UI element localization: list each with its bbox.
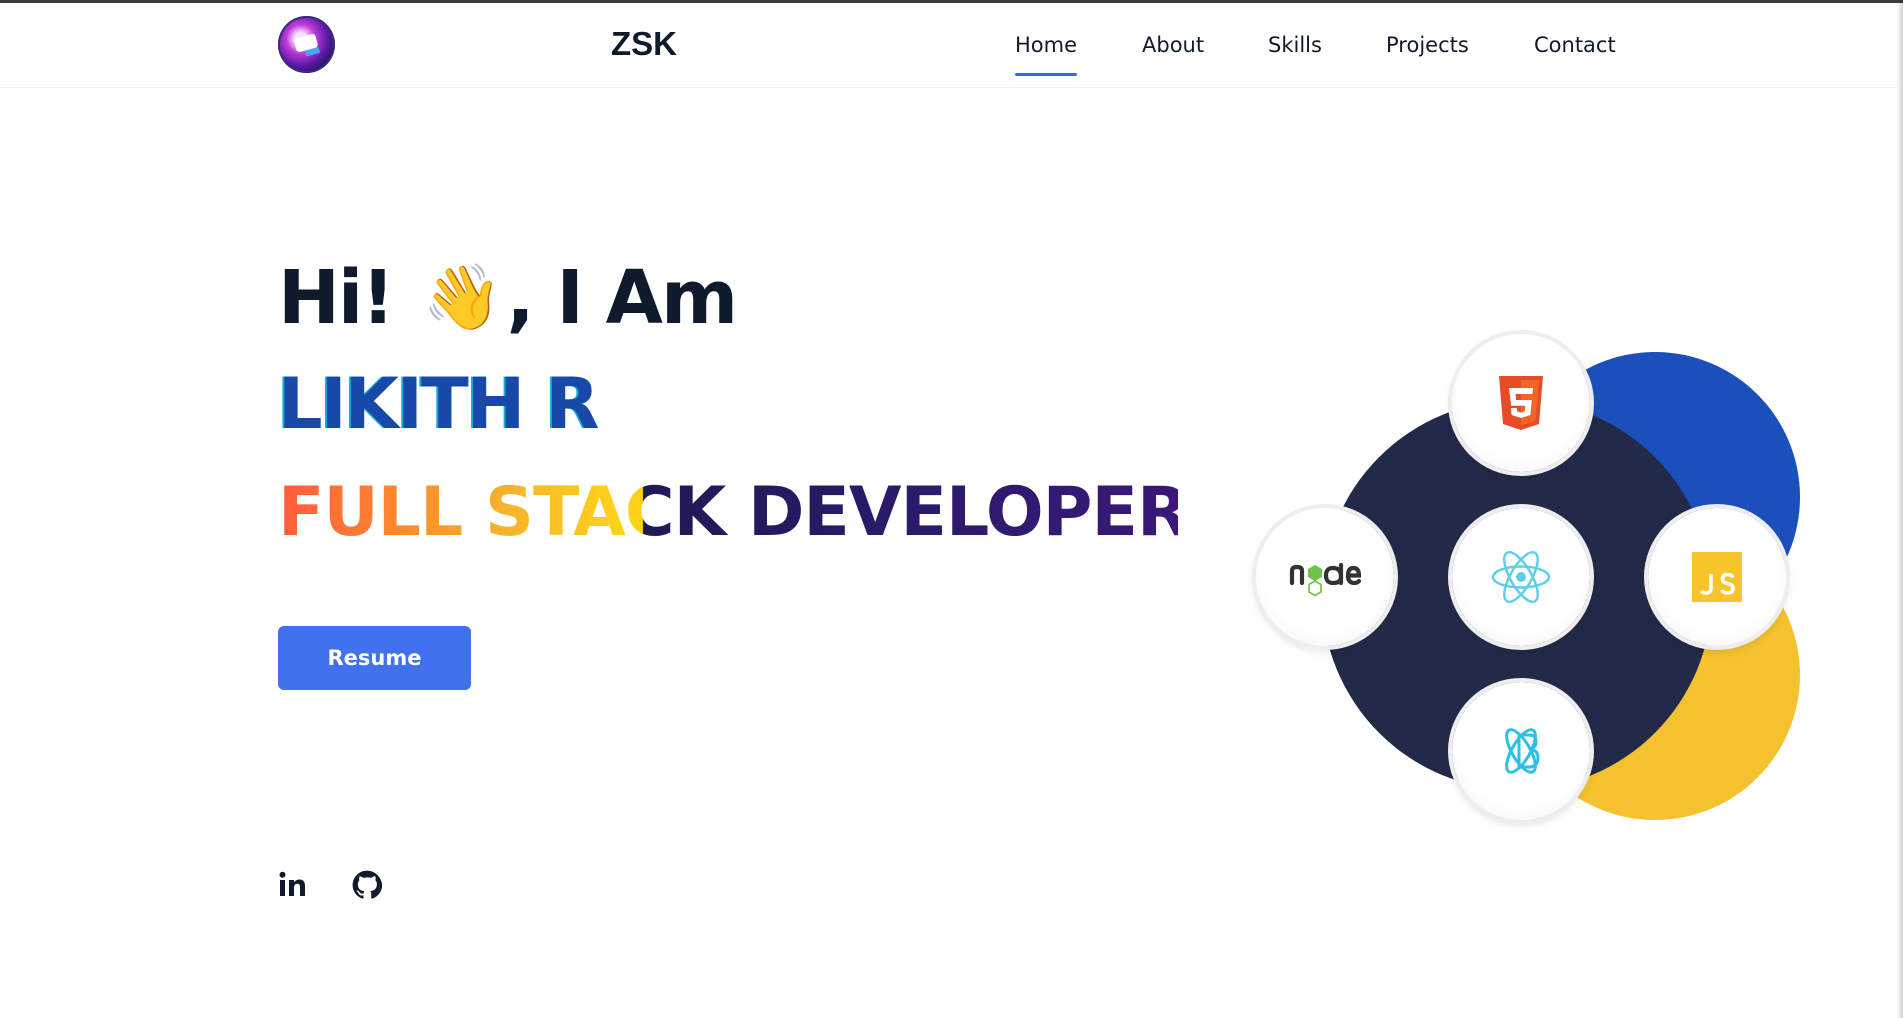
electron-tile (1452, 682, 1590, 820)
site-logo[interactable] (278, 16, 335, 73)
nodejs-tile (1256, 508, 1394, 646)
hero-greeting: Hi! 👋, I Am (278, 255, 1178, 341)
hero-section: Hi! 👋, I Am LIKITH R FULL STACK DEVELOPE… (278, 255, 1189, 553)
nav-contact[interactable]: Contact (1534, 33, 1616, 57)
nav-home[interactable]: Home (1015, 33, 1078, 76)
resume-button[interactable]: Resume (278, 626, 471, 690)
html5-tile (1452, 334, 1590, 472)
greeting-i-am: , I Am (506, 255, 739, 341)
react-icon (1491, 550, 1551, 604)
linkedin-icon[interactable] (278, 870, 308, 900)
nav-projects[interactable]: Projects (1386, 33, 1469, 57)
site-header: ZSK Home About Skills Projects Contact (0, 3, 1897, 88)
hero-role: FULL STACK DEVELOPER (278, 473, 1189, 552)
javascript-icon (1692, 552, 1742, 602)
nav-skills[interactable]: Skills (1268, 33, 1322, 57)
greeting-hi: Hi! (278, 255, 395, 341)
nodejs-icon (1289, 562, 1362, 597)
hero-name: LIKITH R (278, 363, 600, 445)
html5-icon (1499, 376, 1543, 430)
electron-icon (1505, 728, 1540, 774)
page-edge-shadow (1897, 0, 1903, 1018)
react-tile (1452, 508, 1590, 646)
waving-hand-icon: 👋 (422, 261, 503, 335)
tech-stack-graphic (1250, 330, 1810, 830)
brand-title[interactable]: ZSK (611, 25, 677, 63)
nav-about[interactable]: About (1142, 33, 1204, 57)
javascript-tile (1648, 508, 1786, 646)
github-icon[interactable] (352, 870, 383, 900)
